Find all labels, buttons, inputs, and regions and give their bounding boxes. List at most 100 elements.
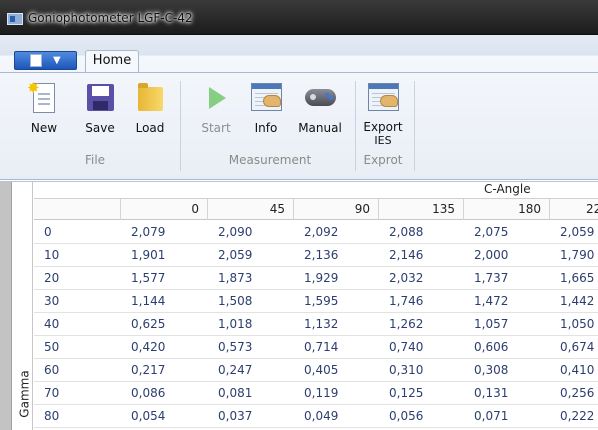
start-button[interactable]: Start (196, 81, 236, 135)
info-button[interactable]: Info (246, 81, 286, 135)
gamma-cell: 20 (44, 271, 60, 285)
column-header[interactable]: 180 (464, 199, 550, 220)
column-header[interactable]: 90 (294, 199, 379, 220)
value-cell[interactable]: 0,308 (464, 359, 508, 381)
gamma-cell: 0 (44, 225, 52, 239)
value-cell[interactable]: 1,737 (464, 267, 508, 289)
value-cell[interactable]: 1,018 (208, 313, 252, 335)
value-cell[interactable]: 0,125 (379, 382, 423, 404)
value-cell[interactable]: 0,714 (294, 336, 338, 358)
table-row[interactable]: 10 1,901 2,059 2,136 2,146 2,000 1,790 (34, 244, 598, 267)
value-cell[interactable]: 1,144 (121, 290, 165, 312)
measurement-data-grid[interactable]: Gamma C-Angle 0 45 90 135 180 22 02,0792… (0, 181, 598, 430)
group-separator (180, 81, 181, 171)
value-cell[interactable]: 0,086 (121, 382, 165, 404)
value-cell[interactable]: 0,054 (121, 405, 165, 427)
column-header[interactable]: 135 (379, 199, 464, 220)
export-ies-label-line2: IES (374, 134, 392, 147)
table-row[interactable]: 20 1,577 1,873 1,929 2,032 1,737 1,665 (34, 267, 598, 290)
value-cell[interactable]: 2,088 (379, 221, 423, 243)
export-ies-button[interactable]: Export IES (360, 81, 406, 147)
corner-header-cell (34, 199, 121, 220)
value-cell[interactable]: 0,247 (208, 359, 252, 381)
gamma-cell: 50 (44, 340, 60, 354)
table-row[interactable]: 30 1,144 1,508 1,595 1,746 1,472 1,442 (34, 290, 598, 313)
group-label-measurement: Measurement (228, 153, 312, 167)
tab-home[interactable]: Home (85, 50, 139, 72)
value-cell[interactable]: 0,405 (294, 359, 338, 381)
manual-button[interactable]: Manual (292, 81, 348, 135)
value-cell[interactable]: 0,037 (208, 405, 252, 427)
window-title: Goniophotometer LGF-C-42 (28, 11, 193, 25)
info-button-label: Info (254, 121, 278, 135)
column-header[interactable]: 0 (121, 199, 208, 220)
value-cell[interactable]: 2,059 (550, 221, 594, 243)
value-cell[interactable]: 0,056 (379, 405, 423, 427)
application-menu-button[interactable]: ▼ (14, 51, 77, 70)
value-cell[interactable]: 1,577 (121, 267, 165, 289)
group-separator (414, 81, 415, 171)
value-cell[interactable]: 0,081 (208, 382, 252, 404)
value-cell[interactable]: 2,000 (464, 244, 508, 266)
value-cell[interactable]: 0,222 (550, 405, 594, 427)
load-button-label: Load (135, 121, 165, 135)
value-cell[interactable]: 0,049 (294, 405, 338, 427)
new-document-icon: ✸ (27, 81, 61, 115)
table-row[interactable]: 60 0,217 0,247 0,405 0,310 0,308 0,410 (34, 359, 598, 382)
save-button[interactable]: Save (80, 81, 120, 135)
value-cell[interactable]: 0,071 (464, 405, 508, 427)
value-cell[interactable]: 0,606 (464, 336, 508, 358)
value-cell[interactable]: 1,901 (121, 244, 165, 266)
row-axis-header: Gamma (13, 182, 33, 430)
value-cell[interactable]: 1,057 (464, 313, 508, 335)
value-cell[interactable]: 1,262 (379, 313, 423, 335)
value-cell[interactable]: 2,059 (208, 244, 252, 266)
value-cell[interactable]: 0,131 (464, 382, 508, 404)
value-cell[interactable]: 0,625 (121, 313, 165, 335)
value-cell[interactable]: 1,929 (294, 267, 338, 289)
value-cell[interactable]: 2,090 (208, 221, 252, 243)
table-row[interactable]: 50 0,420 0,573 0,714 0,740 0,606 0,674 (34, 336, 598, 359)
gamma-cell: 10 (44, 248, 60, 262)
table-row[interactable]: 70 0,086 0,081 0,119 0,125 0,131 0,256 (34, 382, 598, 405)
value-cell[interactable]: 1,746 (379, 290, 423, 312)
value-cell[interactable]: 1,790 (550, 244, 594, 266)
gamepad-icon (303, 81, 337, 115)
value-cell[interactable]: 1,442 (550, 290, 594, 312)
value-cell[interactable]: 1,595 (294, 290, 338, 312)
table-row[interactable]: 0 2,079 2,090 2,092 2,088 2,075 2,059 (34, 221, 598, 244)
gamma-cell: 30 (44, 294, 60, 308)
value-cell[interactable]: 1,050 (550, 313, 594, 335)
value-cell[interactable]: 0,410 (550, 359, 594, 381)
value-cell[interactable]: 2,079 (121, 221, 165, 243)
table-row[interactable]: 80 0,054 0,037 0,049 0,056 0,071 0,222 (34, 405, 598, 428)
value-cell[interactable]: 2,146 (379, 244, 423, 266)
title-bar: Goniophotometer LGF-C-42 (0, 0, 598, 35)
value-cell[interactable]: 2,075 (464, 221, 508, 243)
new-button[interactable]: ✸ New (24, 81, 64, 136)
value-cell[interactable]: 0,573 (208, 336, 252, 358)
column-header[interactable]: 22 (550, 199, 598, 220)
value-cell[interactable]: 1,472 (464, 290, 508, 312)
column-header-row: 0 45 90 135 180 22 (34, 198, 598, 220)
value-cell[interactable]: 2,092 (294, 221, 338, 243)
value-cell[interactable]: 1,132 (294, 313, 338, 335)
value-cell[interactable]: 2,136 (294, 244, 338, 266)
value-cell[interactable]: 1,508 (208, 290, 252, 312)
value-cell[interactable]: 0,119 (294, 382, 338, 404)
value-cell[interactable]: 2,032 (379, 267, 423, 289)
value-cell[interactable]: 1,665 (550, 267, 594, 289)
value-cell[interactable]: 0,674 (550, 336, 594, 358)
value-cell[interactable]: 0,740 (379, 336, 423, 358)
column-header[interactable]: 45 (208, 199, 294, 220)
load-button[interactable]: Load (129, 81, 171, 135)
value-cell[interactable]: 0,256 (550, 382, 594, 404)
value-cell[interactable]: 0,420 (121, 336, 165, 358)
manual-button-label: Manual (298, 121, 342, 135)
value-cell[interactable]: 1,873 (208, 267, 252, 289)
export-ies-label-line1: Export (363, 120, 403, 134)
value-cell[interactable]: 0,310 (379, 359, 423, 381)
value-cell[interactable]: 0,217 (121, 359, 165, 381)
table-row[interactable]: 40 0,625 1,018 1,132 1,262 1,057 1,050 (34, 313, 598, 336)
document-icon (30, 54, 42, 67)
